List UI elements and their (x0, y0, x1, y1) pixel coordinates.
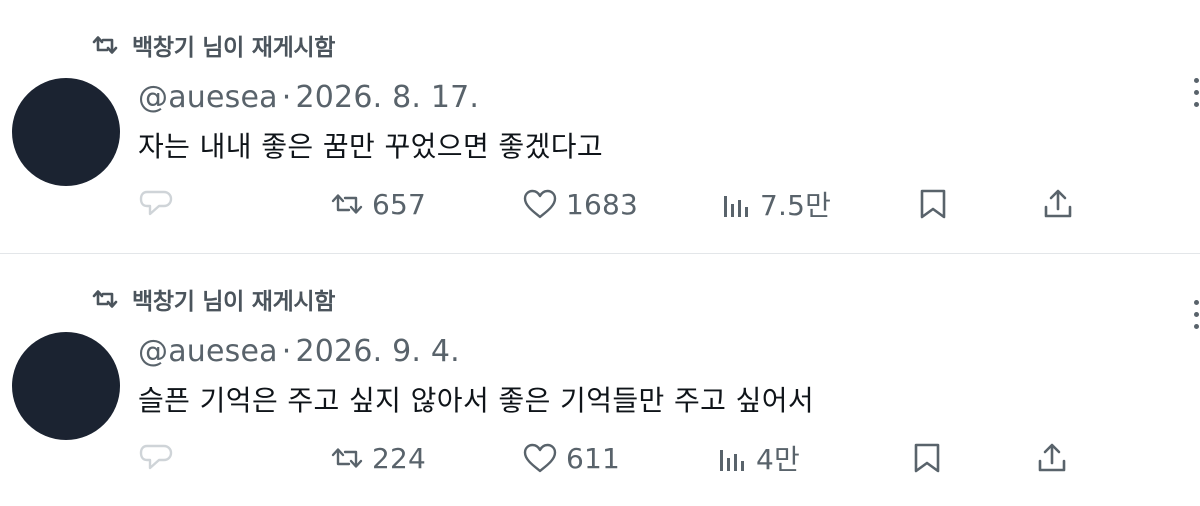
like-count: 1683 (566, 187, 639, 221)
repost-icon (90, 32, 120, 58)
repost-label: 백창기 님이 재게시함 (132, 289, 336, 315)
like-button[interactable]: 611 (522, 438, 620, 478)
like-button[interactable]: 1683 (522, 184, 638, 224)
repost-context[interactable]: 백창기 님이 재게시함 (90, 30, 336, 61)
more-icon[interactable] (1192, 300, 1200, 336)
bookmark-button[interactable] (912, 438, 942, 478)
post-date[interactable]: 2026. 8. 17. (295, 80, 479, 115)
bookmark-icon (918, 188, 948, 220)
like-icon (522, 188, 558, 220)
views-button[interactable]: 7.5만 (722, 184, 831, 224)
repost-icon (330, 445, 364, 471)
avatar[interactable] (12, 78, 120, 186)
repost-context[interactable]: 백창기 님이 재게시함 (90, 284, 336, 315)
views-count: 7.5만 (760, 189, 832, 222)
views-icon (722, 190, 752, 218)
more-icon[interactable] (1192, 78, 1200, 114)
post-text: 자는 내내 좋은 꿈만 꾸었으면 좋겠다고 (138, 130, 604, 163)
author-handle[interactable]: @auesea (138, 80, 278, 115)
share-icon (1042, 188, 1074, 220)
repost-count: 657 (372, 187, 427, 221)
post[interactable]: 백창기 님이 재게시함 @auesea · 2026. 8. 17. 자는 내내 좋… (0, 0, 1200, 254)
post-text: 슬픈 기억은 주고 싶지 않아서 좋은 기억들만 주고 싶어서 (138, 384, 815, 417)
reply-button[interactable] (138, 184, 174, 224)
post[interactable]: 백창기 님이 재게시함 @auesea · 2026. 9. 4. 슬픈 기억은 주… (0, 254, 1200, 506)
repost-icon (90, 286, 120, 312)
repost-button[interactable]: 657 (330, 184, 426, 224)
share-button[interactable] (1036, 438, 1068, 478)
post-date[interactable]: 2026. 9. 4. (295, 334, 459, 369)
reply-icon (138, 188, 174, 220)
bookmark-button[interactable] (918, 184, 948, 224)
repost-icon (330, 191, 364, 217)
post-meta: @auesea · 2026. 8. 17. (138, 80, 479, 115)
meta-separator: · (281, 334, 292, 369)
repost-button[interactable]: 224 (330, 438, 426, 478)
repost-count: 224 (372, 441, 427, 475)
meta-separator: · (281, 80, 292, 115)
like-count: 611 (566, 441, 621, 475)
avatar[interactable] (12, 332, 120, 440)
like-icon (522, 442, 558, 474)
share-button[interactable] (1042, 184, 1074, 224)
views-button[interactable]: 4만 (718, 438, 800, 478)
views-icon (718, 444, 748, 472)
reply-icon (138, 442, 174, 474)
bookmark-icon (912, 442, 942, 474)
repost-label: 백창기 님이 재게시함 (132, 35, 336, 61)
post-meta: @auesea · 2026. 9. 4. (138, 334, 460, 369)
reply-button[interactable] (138, 438, 174, 478)
views-count: 4만 (756, 443, 800, 476)
share-icon (1036, 442, 1068, 474)
timeline: 백창기 님이 재게시함 @auesea · 2026. 8. 17. 자는 내내 좋… (0, 0, 1200, 506)
author-handle[interactable]: @auesea (138, 334, 278, 369)
